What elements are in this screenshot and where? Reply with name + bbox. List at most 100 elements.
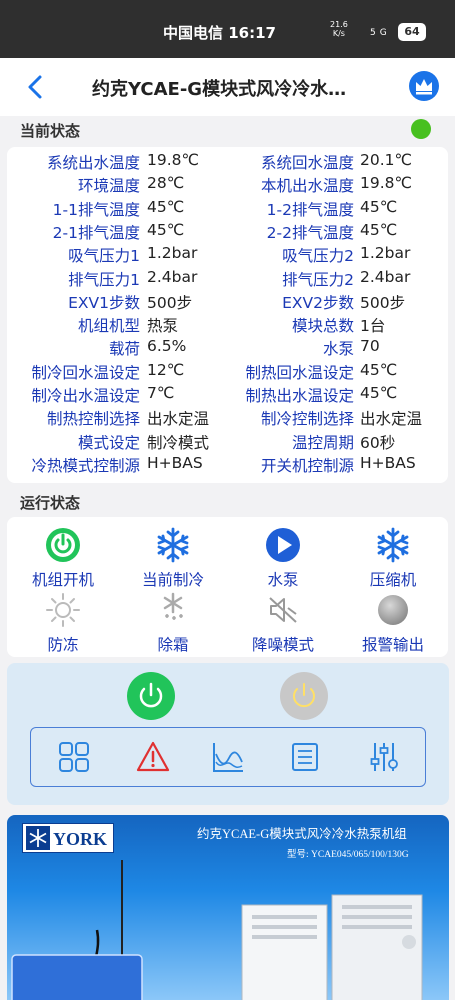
param-value: 出水定温 (360, 410, 423, 429)
param-label: 模式设定 (77, 433, 140, 452)
defrost-icon (163, 592, 183, 620)
page-title: 约克YCAE-G模块式风冷冷水… (92, 79, 347, 100)
status-icons: 5G (370, 24, 391, 38)
york-snowflake-logo-icon (26, 826, 50, 850)
param-row: 制热控制选择 出水定温 制冷控制选择 出水定温 (7, 407, 447, 430)
param-label: 1-2排气温度 (266, 200, 354, 219)
param-value: 制冷模式 (147, 433, 210, 452)
param-value: 500步 (360, 293, 406, 312)
play-icon (266, 528, 300, 562)
param-value: 2.4bar (360, 267, 411, 286)
carrier-time: 中国电信 16:17 (163, 24, 276, 42)
product-illustration (11, 860, 423, 1000)
param-row: 吸气压力1 1.2bar 吸气压力2 1.2bar (7, 244, 447, 267)
run-status-item: 压缩机 (338, 527, 448, 589)
param-value: 45℃ (360, 220, 398, 239)
curve-button[interactable] (211, 740, 245, 774)
curve-icon (213, 743, 243, 772)
param-row: 1-1排气温度 45℃ 1-2排气温度 45℃ (7, 198, 447, 221)
param-value: 7℃ (147, 384, 175, 402)
param-row: EXV1步数 500步 EXV2步数 500步 (7, 291, 447, 314)
run-status-item: 当前制冷 (118, 527, 228, 589)
param-value: 28℃ (147, 174, 185, 193)
param-value: 出水定温 (147, 410, 210, 429)
grid-button[interactable] (57, 740, 91, 774)
param-label: 吸气压力1 (68, 247, 140, 266)
status-bar: 中国电信 16:17 21.6 K/s 5G 64 (0, 0, 455, 58)
param-value: 500步 (147, 293, 193, 312)
param-label: 环境温度 (77, 177, 140, 196)
param-label: 制冷回水温设定 (31, 363, 140, 382)
param-label: 2-1排气温度 (52, 223, 140, 242)
run-status-label: 报警输出 (361, 636, 424, 654)
power-off-button[interactable] (279, 671, 329, 721)
param-row: 系统出水温度 19.8℃ 系统回水温度 20.1℃ (7, 151, 447, 174)
param-row: 冷热模式控制源 H+BAS 开关机控制源 H+BAS (7, 454, 447, 477)
param-label: EXV1步数 (68, 293, 140, 312)
param-row: 模式设定 制冷模式 温控周期 60秒 (7, 431, 447, 454)
snowflake-icon (377, 527, 409, 563)
param-label: 制热回水温设定 (245, 363, 354, 382)
param-label: 制热控制选择 (46, 410, 140, 429)
param-value: 45℃ (147, 220, 185, 239)
param-label: 制冷出水温设定 (31, 387, 140, 405)
param-value: H+BAS (360, 453, 416, 472)
param-value: 70 (360, 337, 380, 356)
alarm-dot-icon (378, 595, 408, 625)
sliders-icon (370, 743, 398, 771)
param-label: 模块总数 (291, 317, 354, 336)
param-row: 制冷出水温设定 7℃ 制热出水温设定 45℃ (7, 384, 447, 407)
run-status-item: 报警输出 (338, 592, 448, 654)
param-label: 机组机型 (77, 317, 140, 336)
power-icon (127, 672, 175, 720)
status-indicator (411, 119, 431, 139)
param-label: 本机出水温度 (260, 177, 354, 196)
sun-icon (46, 593, 80, 627)
run-status-label: 压缩机 (369, 571, 417, 589)
param-row: 机组机型 热泵 模块总数 1台 (7, 314, 447, 337)
crown-button[interactable] (409, 71, 439, 101)
param-label: 制冷控制选择 (260, 410, 354, 429)
function-toolbar (30, 727, 426, 787)
param-label: 1-1排气温度 (52, 200, 140, 219)
param-value: 45℃ (360, 197, 398, 216)
param-value: 1.2bar (147, 244, 198, 263)
chevron-left-icon (28, 75, 42, 99)
param-value: 2.4bar (147, 267, 198, 286)
mute-icon (269, 597, 297, 623)
param-value: 45℃ (360, 384, 398, 402)
alarm-button[interactable] (136, 740, 170, 774)
param-value: 6.5% (147, 337, 187, 356)
param-row: 制冷回水温设定 12℃ 制热回水温设定 45℃ (7, 361, 447, 384)
param-label: 开关机控制源 (260, 456, 354, 475)
param-value: 1台 (360, 317, 386, 336)
snowflake-icon (157, 527, 189, 563)
param-row: 2-1排气温度 45℃ 2-2排气温度 45℃ (7, 221, 447, 244)
param-label: 系统出水温度 (46, 154, 140, 172)
power-icon (280, 672, 328, 720)
battery-icon: 64 (398, 23, 426, 41)
param-value: 12℃ (147, 360, 185, 379)
back-button[interactable] (22, 72, 52, 102)
list-button[interactable] (288, 740, 322, 774)
product-banner: YORK 约克YCAE-G模块式风冷冷水热泵机组 型号: YCAE045/065… (7, 815, 449, 1000)
param-value: 45℃ (360, 360, 398, 379)
run-status-label: 除霜 (157, 636, 189, 654)
param-label: 吸气压力2 (282, 247, 354, 266)
crown-icon (416, 79, 432, 95)
param-value: 1.2bar (360, 244, 411, 263)
param-row: 排气压力1 2.4bar 排气压力2 2.4bar (7, 268, 447, 291)
power-icon (46, 528, 80, 562)
param-value: 45℃ (147, 197, 185, 216)
settings-button[interactable] (367, 740, 401, 774)
param-row: 环境温度 28℃ 本机出水温度 19.8℃ (7, 174, 447, 197)
param-value: H+BAS (147, 453, 203, 472)
grid-icon (59, 742, 89, 772)
current-status-title: 当前状态 (20, 122, 81, 140)
param-label: 水泵 (322, 340, 354, 359)
list-icon (292, 743, 318, 771)
app-bar: 约克YCAE-G模块式风冷冷水… (0, 58, 455, 116)
power-on-button[interactable] (126, 671, 176, 721)
run-status-item: 降噪模式 (228, 592, 338, 654)
run-status-title: 运行状态 (20, 494, 81, 512)
